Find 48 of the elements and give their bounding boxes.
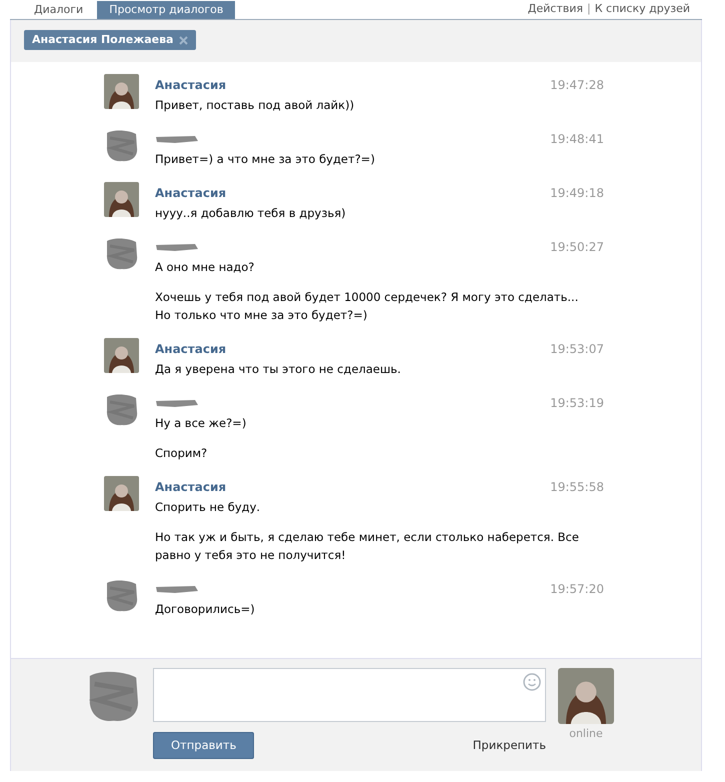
message-text: нууу..я добавлю тебя в друзья) [155,205,347,222]
redacted-avatar [104,236,139,271]
header-link[interactable]: К списку друзей [594,0,690,17]
avatar [104,338,139,373]
send-button[interactable]: Отправить [153,732,254,759]
redacted-name [155,134,199,144]
message-time: 19:47:28 [550,77,604,94]
message-time: 19:53:07 [550,341,604,358]
recipient-chip[interactable]: Анастасия Полежаева [24,30,196,50]
redacted-name [155,242,199,252]
online-status: online [569,726,603,742]
message-text: А оно мне надо? [155,259,256,276]
message-time: 19:57:20 [550,581,604,598]
avatar [104,476,139,511]
redacted-avatar [104,578,139,613]
smiley-icon[interactable] [523,673,541,691]
header-link[interactable]: Действия [528,0,584,17]
author-name[interactable]: Анастасия [155,184,226,202]
message-time: 19:50:27 [550,239,604,256]
message-text: Привет, поставь под авой лайк)) [155,97,356,114]
close-icon[interactable] [179,36,188,45]
message-text: Хочешь у тебя под авой будет 10000 сердечек? Я могу это сделать... Но только что мне за это будет?=) [155,289,580,324]
attach-link[interactable]: Прикрепить [472,736,546,754]
redacted-name [155,584,199,594]
separator: | [587,0,591,17]
message-text: Спорим? [155,445,208,462]
redacted-avatar [104,392,139,427]
message-text: Но так уж и быть, я сделаю тебе минет, если столько наберется. Все равно у тебя это не получится! [155,529,580,564]
avatar [558,668,614,724]
author-name[interactable]: Анастасия [155,76,226,94]
tab[interactable]: Диалоги [22,1,96,19]
message-text: Договорились=) [155,601,256,618]
author-name[interactable]: Анастасия [155,478,226,496]
message-text: Да я уверена что ты этого не сделаешь. [155,361,402,378]
message-time: 19:49:18 [550,185,604,202]
message-input[interactable] [153,668,546,722]
avatar [104,74,139,109]
redacted-name [155,398,199,408]
message-time: 19:55:58 [550,479,604,496]
author-name[interactable]: Анастасия [155,340,226,358]
message-text: Спорить не буду. [155,499,262,516]
message-text: Ну а все же?=) [155,415,248,432]
message-time: 19:53:19 [550,395,604,412]
tab[interactable]: Просмотр диалогов [97,1,236,19]
message-text: Привет=) а что мне за это будет?=) [155,151,376,168]
avatar [104,182,139,217]
redacted-avatar [104,128,139,163]
message-time: 19:48:41 [550,131,604,148]
